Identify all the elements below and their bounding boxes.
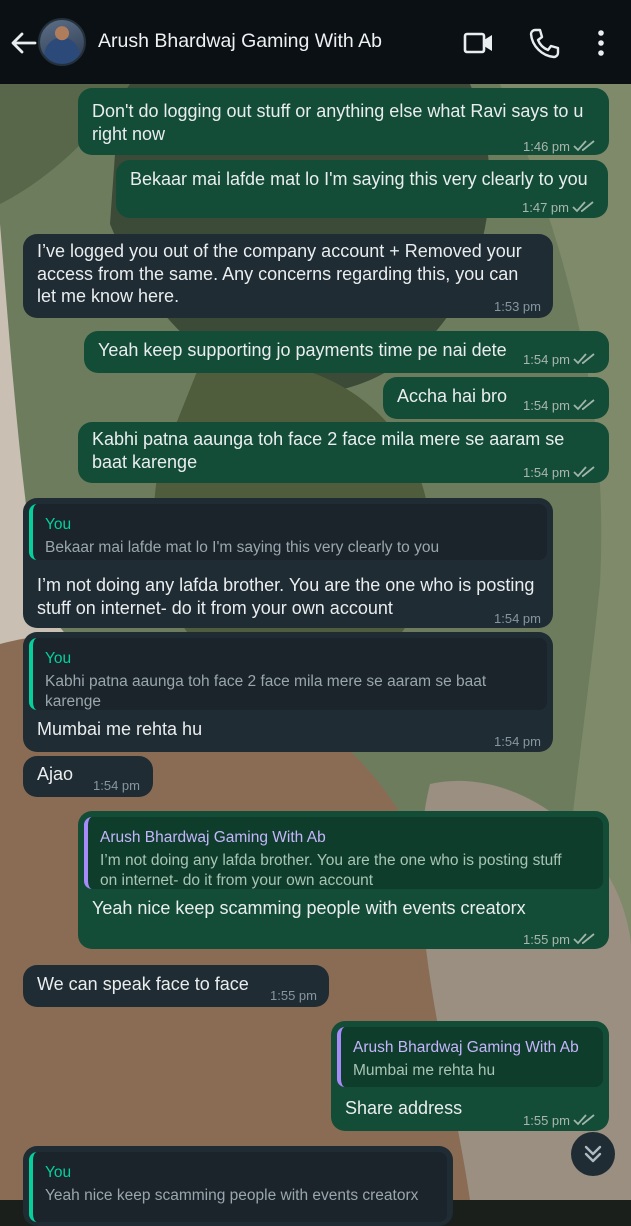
read-ticks-icon [573, 353, 595, 365]
contact-name[interactable]: Arush Bhardwaj Gaming With Ab [98, 30, 382, 53]
message-text: We can speak face to face [37, 974, 249, 994]
voice-call-icon[interactable] [527, 26, 561, 60]
message-meta: 1:46 pm [523, 136, 597, 159]
quoted-text: I’m not doing any lafda brother. You are… [100, 852, 562, 889]
message-bubble[interactable]: Arush Bhardwaj Gaming With Ab Mumbai me … [331, 1021, 609, 1131]
read-ticks-icon [573, 140, 595, 152]
quoted-text: Kabhi patna aaunga toh face 2 face mila … [45, 673, 487, 710]
message-text: Mumbai me rehta hu [37, 719, 203, 739]
message-bubble[interactable]: Bekaar mai lafde mat lo I'm saying this … [116, 160, 608, 218]
read-ticks-icon [572, 201, 594, 213]
message-text: Bekaar mai lafde mat lo I'm saying this … [130, 169, 588, 189]
message-meta: 1:54 pm [523, 395, 597, 418]
more-options-icon[interactable] [584, 26, 618, 60]
quoted-text: Bekaar mai lafde mat lo I'm saying this … [45, 539, 440, 556]
read-ticks-icon [573, 399, 595, 411]
message-text: I’m not doing any lafda brother. You are… [37, 575, 535, 618]
quoted-message[interactable]: Arush Bhardwaj Gaming With Ab Mumbai me … [337, 1027, 603, 1087]
quoted-text: Mumbai me rehta hu [353, 1062, 496, 1079]
message-text: Yeah nice keep scamming people with even… [92, 898, 526, 918]
message-text: Don't do logging out stuff or anything e… [92, 101, 584, 144]
message-bubble[interactable]: Yeah keep supporting jo payments time pe… [84, 331, 609, 373]
read-ticks-icon [573, 933, 595, 945]
message-meta: 1:54 pm [523, 462, 597, 485]
quoted-message[interactable]: Arush Bhardwaj Gaming With Ab I’m not do… [84, 817, 603, 889]
message-bubble[interactable]: You Bekaar mai lafde mat lo I'm saying t… [23, 498, 553, 628]
message-bubble[interactable]: You Kabhi patna aaunga toh face 2 face m… [23, 632, 553, 752]
message-list[interactable]: Don't do logging out stuff or anything e… [0, 84, 631, 1226]
quoted-sender: Arush Bhardwaj Gaming With Ab [353, 1039, 579, 1056]
quoted-sender: You [45, 1164, 72, 1181]
double-chevron-down-icon [584, 1145, 602, 1163]
message-bubble[interactable]: You Yeah nice keep scamming people with … [23, 1146, 453, 1226]
back-arrow-icon[interactable] [8, 30, 38, 56]
message-bubble[interactable]: Kabhi patna aaunga toh face 2 face mila … [78, 422, 609, 483]
quoted-sender: You [45, 516, 72, 533]
message-bubble[interactable]: Accha hai bro 1:54 pm [383, 377, 609, 419]
quoted-message[interactable]: You Kabhi patna aaunga toh face 2 face m… [29, 638, 547, 710]
message-bubble[interactable]: Arush Bhardwaj Gaming With Ab I’m not do… [78, 811, 609, 949]
quoted-sender: Arush Bhardwaj Gaming With Ab [100, 829, 326, 846]
message-meta: 1:54 pm [93, 778, 140, 793]
video-call-icon[interactable] [462, 26, 496, 60]
message-text: Ajao [37, 764, 74, 784]
message-text: Yeah keep supporting jo payments time pe… [98, 340, 507, 360]
chat-header: Arush Bhardwaj Gaming With Ab [0, 0, 631, 84]
quoted-message[interactable]: You Yeah nice keep scamming people with … [29, 1152, 447, 1222]
message-meta: 1:55 pm [523, 929, 597, 952]
message-text: Kabhi patna aaunga toh face 2 face mila … [92, 429, 565, 472]
scroll-to-bottom-button[interactable] [571, 1132, 615, 1176]
message-bubble[interactable]: I’ve logged you out of the company accou… [23, 234, 553, 318]
quoted-message[interactable]: You Bekaar mai lafde mat lo I'm saying t… [29, 504, 547, 560]
message-meta: 1:53 pm [494, 299, 541, 314]
message-text: I’ve logged you out of the company accou… [37, 241, 522, 306]
message-bubble[interactable]: Don't do logging out stuff or anything e… [78, 88, 609, 155]
message-bubble[interactable]: Ajao 1:54 pm [23, 756, 153, 797]
quoted-sender: You [45, 650, 72, 667]
message-meta: 1:54 pm [494, 734, 541, 749]
message-text: Share address [345, 1098, 463, 1118]
read-ticks-icon [573, 466, 595, 478]
message-bubble[interactable]: We can speak face to face 1:55 pm [23, 965, 329, 1007]
message-meta: 1:54 pm [494, 611, 541, 626]
read-ticks-icon [573, 1114, 595, 1126]
message-meta: 1:47 pm [522, 197, 596, 220]
quoted-text: Yeah nice keep scamming people with even… [45, 1187, 419, 1204]
message-meta: 1:54 pm [523, 349, 597, 372]
contact-avatar[interactable] [38, 18, 86, 66]
message-text: Accha hai bro [397, 386, 508, 406]
message-meta: 1:55 pm [523, 1110, 597, 1133]
message-meta: 1:55 pm [270, 988, 317, 1003]
